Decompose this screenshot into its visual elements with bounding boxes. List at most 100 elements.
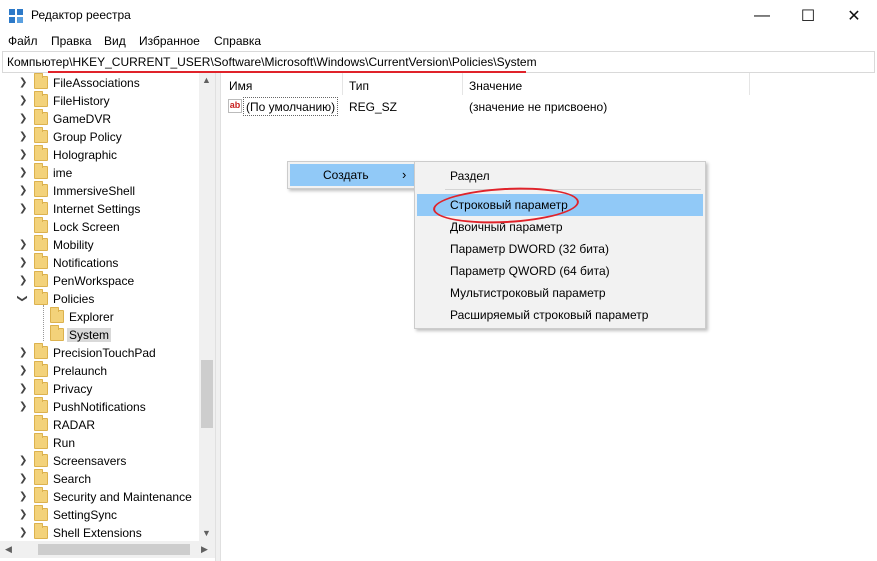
minimize-button[interactable]: — bbox=[739, 0, 785, 31]
submenu-item-multistring-value[interactable]: Мультистроковый параметр bbox=[417, 282, 703, 304]
expand-arrow-icon[interactable]: ❯ bbox=[19, 491, 27, 502]
folder-icon bbox=[34, 487, 48, 503]
menu-edit[interactable]: Правка bbox=[51, 34, 92, 48]
scroll-down-icon[interactable]: ▼ bbox=[202, 528, 211, 538]
tree-item[interactable]: ❯ ImmersiveShell bbox=[0, 181, 200, 200]
column-header-name[interactable]: Имя bbox=[229, 79, 252, 93]
expand-arrow-icon[interactable]: ❯ bbox=[19, 113, 27, 124]
submenu-item-dword-value[interactable]: Параметр DWORD (32 бита) bbox=[417, 238, 703, 260]
expand-arrow-icon[interactable]: ❯ bbox=[19, 203, 27, 214]
tree-item[interactable]: ❯ Mobility bbox=[0, 235, 200, 254]
address-path[interactable]: Компьютер\HKEY_CURRENT_USER\Software\Mic… bbox=[7, 55, 537, 69]
folder-icon bbox=[34, 451, 48, 467]
folder-icon bbox=[34, 73, 48, 89]
expand-arrow-icon[interactable]: ❯ bbox=[19, 347, 27, 358]
tree-item-label: ImmersiveShell bbox=[53, 184, 136, 198]
scroll-thumb[interactable] bbox=[201, 360, 213, 428]
tree-item-label: Search bbox=[53, 472, 92, 486]
collapse-arrow-icon[interactable]: ❯ bbox=[17, 294, 28, 302]
folder-icon bbox=[34, 469, 48, 485]
column-header-type[interactable]: Тип bbox=[349, 79, 369, 93]
tree-horizontal-scrollbar[interactable]: ◀ ▶ bbox=[0, 541, 215, 558]
maximize-button[interactable]: ☐ bbox=[785, 0, 831, 31]
value-name[interactable]: (По умолчанию) bbox=[243, 97, 339, 116]
tree-item[interactable]: ❯ FileAssociations bbox=[0, 73, 200, 92]
submenu-item-label: Расширяемый строковый параметр bbox=[450, 308, 649, 322]
tree-item[interactable]: ❯ Screensavers bbox=[0, 451, 200, 470]
scroll-thumb[interactable] bbox=[38, 544, 190, 555]
folder-icon bbox=[34, 343, 48, 359]
expand-arrow-icon[interactable]: ❯ bbox=[19, 455, 27, 466]
expand-arrow-icon[interactable]: ❯ bbox=[19, 239, 27, 250]
expand-arrow-icon[interactable]: ❯ bbox=[19, 167, 27, 178]
scroll-left-icon[interactable]: ◀ bbox=[5, 544, 12, 555]
folder-icon bbox=[50, 325, 64, 341]
expand-arrow-icon[interactable]: ❯ bbox=[19, 95, 27, 106]
expand-arrow-icon[interactable]: ❯ bbox=[19, 257, 27, 268]
tree-item-label: Lock Screen bbox=[53, 220, 120, 234]
tree-item[interactable]: Lock Screen bbox=[0, 217, 200, 236]
tree-item[interactable]: ❯ Internet Settings bbox=[0, 199, 200, 218]
expand-arrow-icon[interactable]: ❯ bbox=[19, 149, 27, 160]
tree-item-system[interactable]: System bbox=[0, 325, 200, 344]
registry-tree[interactable]: ❯ FileAssociations ❯ FileHistory ❯ GameDVR … bbox=[0, 73, 215, 561]
expand-arrow-icon[interactable]: ❯ bbox=[19, 383, 27, 394]
submenu-item-qword-value[interactable]: Параметр QWORD (64 бита) bbox=[417, 260, 703, 282]
tree-item[interactable]: ❯ Shell Extensions bbox=[0, 523, 200, 542]
tree-item[interactable]: ❯ Privacy bbox=[0, 379, 200, 398]
submenu-item-key[interactable]: Раздел bbox=[417, 165, 703, 187]
tree-item[interactable]: ❯ Prelaunch bbox=[0, 361, 200, 380]
tree-item-policies[interactable]: ❯ Policies bbox=[0, 289, 200, 308]
expand-arrow-icon[interactable]: ❯ bbox=[19, 365, 27, 376]
tree-item[interactable]: ❯ PenWorkspace bbox=[0, 271, 200, 290]
tree-item-label: Internet Settings bbox=[53, 202, 141, 216]
tree-item-label: System bbox=[67, 328, 112, 342]
tree-item[interactable]: Run bbox=[0, 433, 200, 452]
menu-item-create[interactable]: Создать › bbox=[290, 164, 414, 186]
tree-item[interactable]: ❯ FileHistory bbox=[0, 91, 200, 110]
menu-help[interactable]: Справка bbox=[214, 34, 261, 48]
close-button[interactable]: ✕ bbox=[831, 0, 877, 31]
column-divider[interactable] bbox=[749, 73, 750, 95]
column-divider[interactable] bbox=[342, 73, 343, 95]
tree-item[interactable]: ❯ Notifications bbox=[0, 253, 200, 272]
address-bar[interactable]: Компьютер\HKEY_CURRENT_USER\Software\Mic… bbox=[2, 51, 875, 73]
menu-favorites[interactable]: Избранное bbox=[139, 34, 200, 48]
tree-item[interactable]: ❯ PrecisionTouchPad bbox=[0, 343, 200, 362]
folder-icon bbox=[50, 307, 64, 323]
tree-item[interactable]: ❯ ime bbox=[0, 163, 200, 182]
tree-item-label: Privacy bbox=[53, 382, 93, 396]
expand-arrow-icon[interactable]: ❯ bbox=[19, 77, 27, 88]
tree-item[interactable]: ❯ GameDVR bbox=[0, 109, 200, 128]
tree-vertical-scrollbar[interactable]: ▲ ▼ bbox=[199, 73, 215, 541]
expand-arrow-icon[interactable]: ❯ bbox=[19, 527, 27, 538]
tree-item[interactable]: ❯ Group Policy bbox=[0, 127, 200, 146]
tree-item-label: Notifications bbox=[53, 256, 119, 270]
tree-item-explorer[interactable]: Explorer bbox=[0, 307, 200, 326]
value-type: REG_SZ bbox=[349, 100, 398, 114]
scroll-up-icon[interactable]: ▲ bbox=[202, 75, 211, 85]
expand-arrow-icon[interactable]: ❯ bbox=[19, 509, 27, 520]
expand-arrow-icon[interactable]: ❯ bbox=[19, 131, 27, 142]
folder-icon bbox=[34, 433, 48, 449]
expand-arrow-icon[interactable]: ❯ bbox=[19, 275, 27, 286]
column-header-value[interactable]: Значение bbox=[469, 79, 522, 93]
tree-item[interactable]: ❯ Security and Maintenance bbox=[0, 487, 200, 506]
tree-item-label: GameDVR bbox=[53, 112, 112, 126]
tree-item[interactable]: ❯ SettingSync bbox=[0, 505, 200, 524]
tree-item-label: PenWorkspace bbox=[53, 274, 135, 288]
tree-item-label: Prelaunch bbox=[53, 364, 108, 378]
tree-item[interactable]: ❯ Search bbox=[0, 469, 200, 488]
tree-item[interactable]: ❯ Holographic bbox=[0, 145, 200, 164]
scroll-right-icon[interactable]: ▶ bbox=[201, 544, 208, 555]
menu-view[interactable]: Вид bbox=[104, 34, 126, 48]
submenu-item-expandable-string-value[interactable]: Расширяемый строковый параметр bbox=[417, 304, 703, 326]
expand-arrow-icon[interactable]: ❯ bbox=[19, 401, 27, 412]
column-divider[interactable] bbox=[462, 73, 463, 95]
menu-file[interactable]: Файл bbox=[8, 34, 38, 48]
folder-icon bbox=[34, 235, 48, 251]
tree-item[interactable]: RADAR bbox=[0, 415, 200, 434]
expand-arrow-icon[interactable]: ❯ bbox=[19, 473, 27, 484]
expand-arrow-icon[interactable]: ❯ bbox=[19, 185, 27, 196]
tree-item[interactable]: ❯ PushNotifications bbox=[0, 397, 200, 416]
